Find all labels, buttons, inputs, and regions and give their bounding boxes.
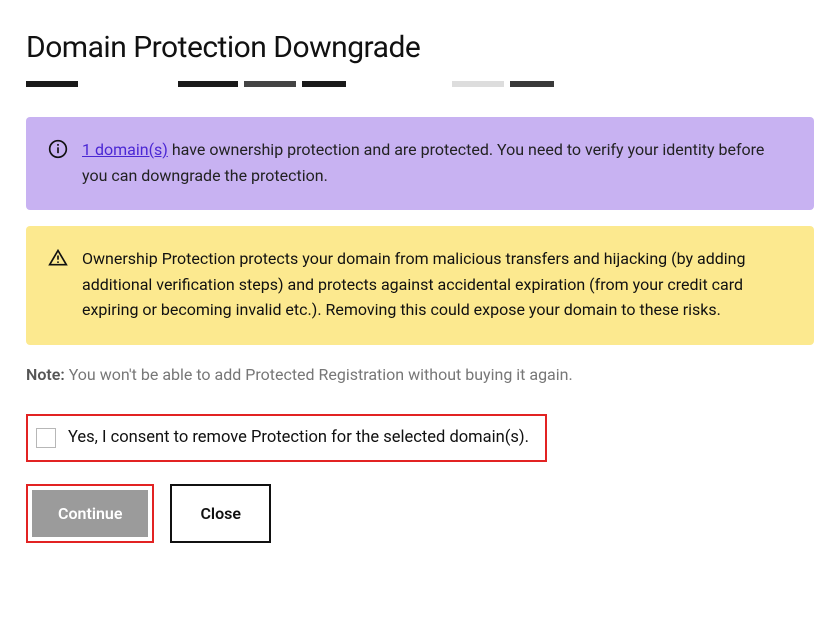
info-alert-text: have ownership protection and are protec… <box>82 140 764 185</box>
consent-label: Yes, I consent to remove Protection for … <box>68 428 529 447</box>
domain-count-link[interactable]: 1 domain(s) <box>82 140 168 159</box>
consent-checkbox[interactable] <box>36 428 56 448</box>
info-alert-body: 1 domain(s) have ownership protection an… <box>82 137 792 188</box>
button-row: Continue Close <box>26 484 814 543</box>
step-segment <box>452 81 504 87</box>
close-button[interactable]: Close <box>170 484 271 543</box>
continue-button-highlight: Continue <box>26 484 154 543</box>
stepper-bar <box>26 81 814 89</box>
note-text: You won't be able to add Protected Regis… <box>65 365 573 384</box>
step-segment <box>178 81 238 87</box>
step-segment <box>26 81 78 87</box>
page-title: Domain Protection Downgrade <box>26 30 814 65</box>
step-segment <box>244 81 296 87</box>
info-icon <box>48 139 68 159</box>
note-line: Note: You won't be able to add Protected… <box>26 365 814 384</box>
consent-row[interactable]: Yes, I consent to remove Protection for … <box>26 414 547 462</box>
step-segment <box>510 81 554 87</box>
step-segment <box>302 81 346 87</box>
note-label: Note: <box>26 365 65 384</box>
continue-button[interactable]: Continue <box>32 490 148 537</box>
info-alert: 1 domain(s) have ownership protection an… <box>26 117 814 210</box>
step-gap <box>78 81 178 87</box>
warning-alert-text: Ownership Protection protects your domai… <box>82 246 792 323</box>
step-gap <box>346 81 452 87</box>
warning-alert: Ownership Protection protects your domai… <box>26 226 814 345</box>
warning-icon <box>48 248 68 268</box>
